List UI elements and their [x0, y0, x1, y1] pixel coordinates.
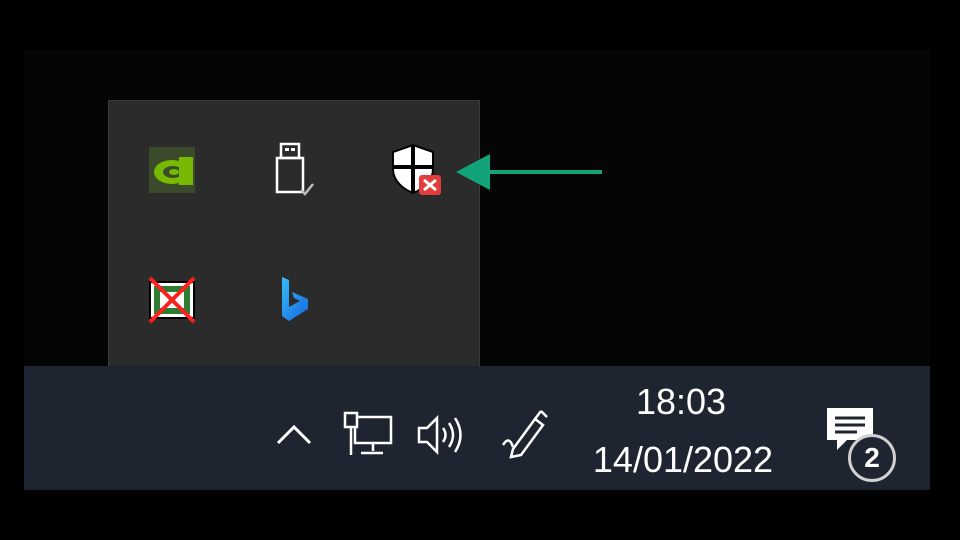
clock-time[interactable]: 18:03 [616, 380, 746, 424]
network-monitor-icon[interactable] [340, 408, 396, 460]
screen: 18:03 14/01/2022 2 [0, 0, 960, 540]
speaker-icon[interactable] [414, 410, 470, 460]
notification-count-badge[interactable]: 2 [848, 434, 896, 482]
chevron-up-icon[interactable] [272, 414, 316, 454]
nvidia-icon[interactable] [142, 140, 202, 200]
usb-safely-remove-icon[interactable] [264, 140, 324, 200]
bing-icon[interactable] [264, 270, 324, 330]
disabled-app-icon[interactable] [142, 270, 202, 330]
security-alert-shield-icon[interactable] [386, 140, 446, 200]
clock-date[interactable]: 14/01/2022 [585, 438, 781, 482]
taskbar [24, 366, 930, 490]
annotation-arrow [456, 154, 602, 190]
pen-workspace-icon[interactable] [498, 404, 556, 462]
